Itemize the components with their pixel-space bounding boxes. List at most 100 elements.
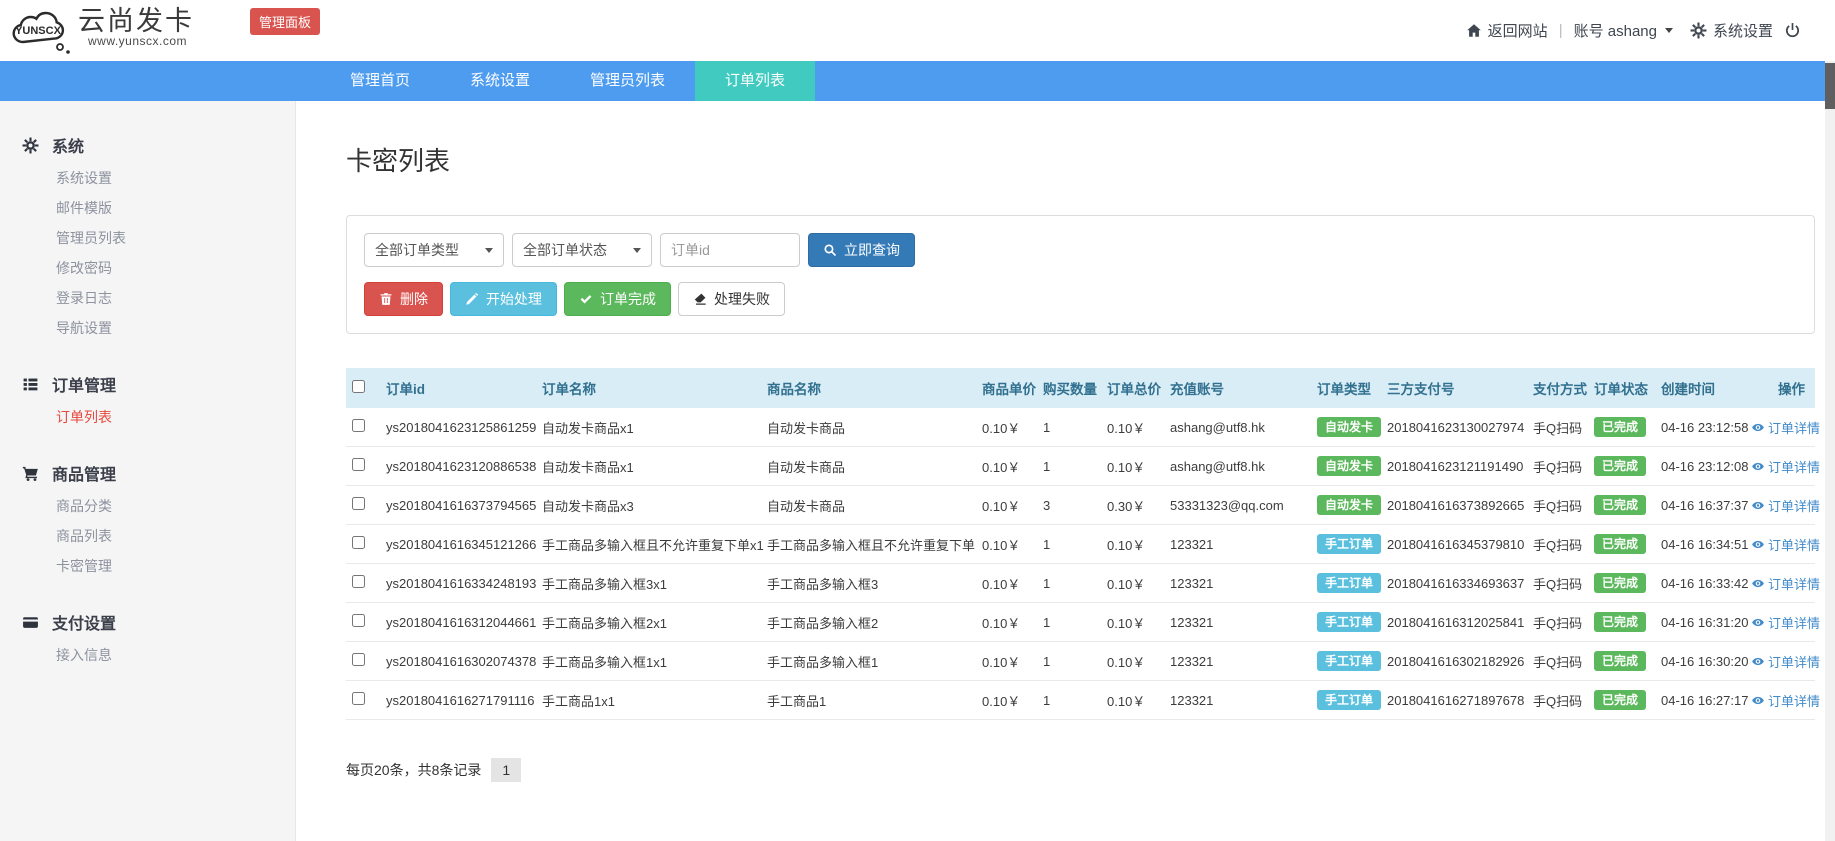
column-header: 订单名称 <box>536 368 761 408</box>
pay-method-cell: 手Q扫码 <box>1527 642 1588 681</box>
table-row: ys2018041616312044661手工商品多输入框2x1手工商品多输入框… <box>346 603 1815 642</box>
sidebar-heading-1[interactable]: 系统 <box>0 127 295 163</box>
order-status-cell: 已完成 <box>1588 447 1655 486</box>
order-id-input[interactable] <box>660 233 800 267</box>
order-detail-link[interactable]: 订单详情 <box>1751 691 1820 710</box>
nav-tab-3[interactable]: 管理员列表 <box>560 61 695 101</box>
bulk-actions-row: 删除开始处理订单完成处理失败 <box>364 282 1797 316</box>
vertical-scrollbar <box>1825 61 1835 841</box>
trash-icon <box>379 292 393 306</box>
sidebar-item[interactable]: 管理员列表 <box>0 223 295 253</box>
quantity-cell: 1 <box>1037 564 1101 603</box>
topbar-divider: | <box>1559 22 1563 39</box>
page-number-button[interactable]: 1 <box>491 758 521 782</box>
back-to-site-link[interactable]: 返回网站 <box>1466 20 1548 41</box>
operation-cell: 订单详情 <box>1745 447 1815 486</box>
column-header: 订单类型 <box>1311 368 1381 408</box>
order-name-cell: 手工商品1x1 <box>536 681 761 720</box>
order-detail-link[interactable]: 订单详情 <box>1751 535 1820 554</box>
order-id-cell: ys2018041616312044661 <box>380 603 536 642</box>
order-type-select-value: 全部订单类型 <box>375 240 459 260</box>
order-status-cell: 已完成 <box>1588 486 1655 525</box>
table-row: ys2018041616271791116手工商品1x1手工商品10.10￥10… <box>346 681 1815 720</box>
logout-power-button[interactable] <box>1784 22 1801 39</box>
select-all-checkbox[interactable] <box>352 380 365 393</box>
account-menu[interactable]: 账号 ashang <box>1574 20 1673 41</box>
eraser-action-button[interactable]: 处理失败 <box>678 282 785 316</box>
row-checkbox[interactable] <box>352 419 365 432</box>
sidebar-item[interactable]: 订单列表 <box>0 402 295 432</box>
created-time-cell: 04-16 16:37:37 <box>1655 486 1745 525</box>
row-checkbox[interactable] <box>352 536 365 549</box>
sidebar-item[interactable]: 卡密管理 <box>0 551 295 581</box>
product-name-cell: 自动发卡商品 <box>761 447 976 486</box>
search-button[interactable]: 立即查询 <box>808 233 915 267</box>
recharge-account-cell: 123321 <box>1164 642 1311 681</box>
row-checkbox-cell <box>346 447 380 486</box>
created-time-cell: 04-16 16:31:20 <box>1655 603 1745 642</box>
product-name-cell: 手工商品多输入框1 <box>761 642 976 681</box>
system-settings-link[interactable]: 系统设置 <box>1690 20 1773 41</box>
nav-tab-1[interactable]: 管理首页 <box>320 61 440 101</box>
trash-action-button[interactable]: 删除 <box>364 282 443 316</box>
order-status-cell: 已完成 <box>1588 681 1655 720</box>
order-type-select[interactable]: 全部订单类型 <box>364 233 504 267</box>
sidebar-item[interactable]: 导航设置 <box>0 313 295 343</box>
brand-url: www.yunscx.com <box>88 34 194 48</box>
order-detail-link[interactable]: 订单详情 <box>1751 418 1820 437</box>
scrollbar-thumb[interactable] <box>1825 63 1835 109</box>
row-checkbox[interactable] <box>352 575 365 588</box>
order-detail-label: 订单详情 <box>1768 496 1820 515</box>
home-icon <box>1466 23 1482 39</box>
order-type-badge: 手工订单 <box>1317 573 1381 593</box>
order-detail-link[interactable]: 订单详情 <box>1751 652 1820 671</box>
order-status-badge: 已完成 <box>1594 456 1646 476</box>
order-name-cell: 手工商品多输入框2x1 <box>536 603 761 642</box>
sidebar-item[interactable]: 接入信息 <box>0 640 295 670</box>
order-detail-link[interactable]: 订单详情 <box>1751 457 1820 476</box>
eye-icon <box>1751 616 1765 629</box>
sidebar-item[interactable]: 商品列表 <box>0 521 295 551</box>
order-detail-link[interactable]: 订单详情 <box>1751 613 1820 632</box>
total-price-cell: 0.10￥ <box>1101 681 1164 720</box>
sidebar-item[interactable]: 邮件模版 <box>0 193 295 223</box>
sidebar-heading-3[interactable]: 商品管理 <box>0 455 295 491</box>
cart-icon <box>22 465 39 482</box>
pencil-icon <box>465 292 479 306</box>
row-checkbox[interactable] <box>352 653 365 666</box>
sidebar-item[interactable]: 修改密码 <box>0 253 295 283</box>
topbar-right: 返回网站 | 账号 ashang 系统设置 <box>1466 20 1813 41</box>
created-time-cell: 04-16 23:12:58 <box>1655 408 1745 447</box>
order-status-select[interactable]: 全部订单状态 <box>512 233 652 267</box>
order-detail-link[interactable]: 订单详情 <box>1751 496 1820 515</box>
sidebar-heading-4[interactable]: 支付设置 <box>0 604 295 640</box>
nav-tab-4[interactable]: 订单列表 <box>695 61 815 101</box>
sidebar-item[interactable]: 商品分类 <box>0 491 295 521</box>
column-header: 订单状态 <box>1588 368 1655 408</box>
order-id-cell: ys2018041623125861259 <box>380 408 536 447</box>
order-status-badge: 已完成 <box>1594 495 1646 515</box>
row-checkbox[interactable] <box>352 614 365 627</box>
check-action-button[interactable]: 订单完成 <box>564 282 671 316</box>
operation-cell: 订单详情 <box>1745 525 1815 564</box>
recharge-account-cell: ashang@utf8.hk <box>1164 408 1311 447</box>
row-checkbox[interactable] <box>352 497 365 510</box>
sidebar-heading-2[interactable]: 订单管理 <box>0 366 295 402</box>
pay-method-cell: 手Q扫码 <box>1527 525 1588 564</box>
row-checkbox[interactable] <box>352 692 365 705</box>
sidebar-item[interactable]: 登录日志 <box>0 283 295 313</box>
order-type-badge: 手工订单 <box>1317 534 1381 554</box>
sidebar-item[interactable]: 系统设置 <box>0 163 295 193</box>
chevron-down-icon <box>485 248 493 253</box>
recharge-account-cell: 123321 <box>1164 681 1311 720</box>
pencil-action-button[interactable]: 开始处理 <box>450 282 557 316</box>
order-detail-link[interactable]: 订单详情 <box>1751 574 1820 593</box>
admin-panel-badge[interactable]: 管理面板 <box>250 8 320 35</box>
check-icon <box>579 292 593 306</box>
created-time-cell: 04-16 16:34:51 <box>1655 525 1745 564</box>
row-checkbox[interactable] <box>352 458 365 471</box>
order-status-cell: 已完成 <box>1588 642 1655 681</box>
order-status-badge: 已完成 <box>1594 534 1646 554</box>
nav-tab-2[interactable]: 系统设置 <box>440 61 560 101</box>
sidebar-section-1: 系统系统设置邮件模版管理员列表修改密码登录日志导航设置 <box>0 127 295 343</box>
